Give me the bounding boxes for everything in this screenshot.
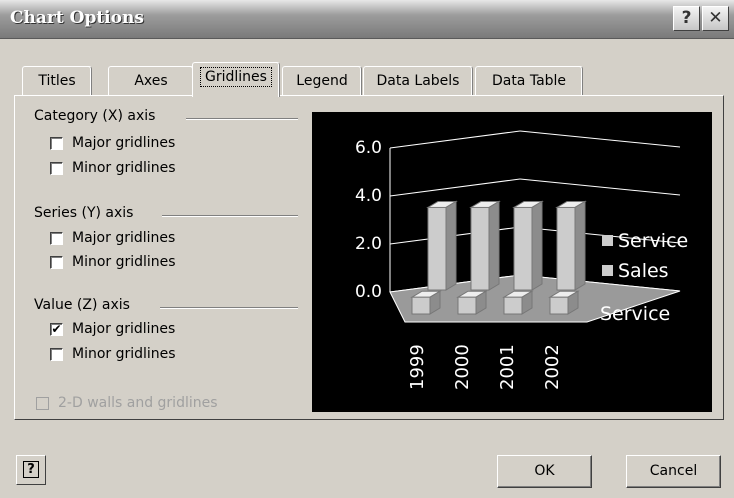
- side-gridline: [389, 178, 521, 197]
- category-minor-label: Minor gridlines: [72, 160, 176, 176]
- tab-gridlines[interactable]: Gridlines: [192, 62, 280, 97]
- walls-gridlines-checkbox: [36, 397, 49, 410]
- title-bar: Chart Options ? ✕: [0, 0, 734, 39]
- category-major-checkbox[interactable]: [50, 137, 63, 150]
- value-major-checkbox[interactable]: ✔: [50, 323, 63, 336]
- category-minor-checkbox[interactable]: [50, 162, 63, 175]
- value-axis-title: Value (Z) axis: [34, 297, 130, 313]
- value-major-label: Major gridlines: [72, 321, 176, 337]
- tab-legend[interactable]: Legend: [282, 66, 362, 96]
- bar-service-2002-side: [574, 200, 586, 291]
- back-gridline: [519, 130, 681, 148]
- depth-axis-label: Service: [600, 303, 670, 325]
- legend-swatch: [602, 235, 613, 246]
- y-tick-label: 0.0: [355, 282, 382, 302]
- divider: [162, 215, 298, 217]
- window-title: Chart Options: [10, 8, 144, 28]
- ok-button[interactable]: OK: [497, 455, 592, 488]
- bar-service-2001-side: [531, 200, 543, 291]
- legend-swatch: [602, 265, 613, 276]
- y-tick-label: 4.0: [355, 186, 382, 206]
- help-button[interactable]: ?: [673, 6, 700, 31]
- x-tick-label: 2001: [497, 344, 518, 390]
- bar-service-2000-side: [488, 200, 500, 291]
- value-minor-label: Minor gridlines: [72, 346, 176, 362]
- series-axis-title: Series (Y) axis: [34, 205, 134, 221]
- y-tick-label: 6.0: [355, 138, 382, 158]
- series-major-checkbox[interactable]: [50, 232, 63, 245]
- tab-axes[interactable]: Axes: [108, 66, 194, 96]
- x-tick-label: 2000: [452, 344, 473, 390]
- value-minor-checkbox[interactable]: [50, 348, 63, 361]
- series-minor-label: Minor gridlines: [72, 254, 176, 270]
- tab-data-table[interactable]: Data Table: [475, 66, 583, 96]
- chart-svg: 0.0 2.0 4.0 6.0 1999 2000 2001 2002 Service Servi…: [355, 130, 688, 390]
- y-tick-label: 2.0: [355, 234, 382, 254]
- tab-data-labels[interactable]: Data Labels: [363, 66, 473, 96]
- bar-service-2000-front: [470, 206, 490, 291]
- bar-sales-2002-front: [549, 296, 569, 315]
- category-major-label: Major gridlines: [72, 135, 176, 151]
- x-tick-label: 1999: [407, 344, 428, 390]
- bar-service-2001-front: [513, 206, 533, 291]
- cancel-button[interactable]: Cancel: [626, 455, 721, 488]
- bar-sales-2001-front: [503, 296, 523, 315]
- tab-titles[interactable]: Titles: [22, 66, 92, 96]
- x-tick-label: 2002: [542, 344, 563, 390]
- chart-preview: 0.0 2.0 4.0 6.0 1999 2000 2001 2002 Service Servi…: [312, 112, 712, 412]
- side-gridline: [389, 130, 521, 149]
- category-axis-title: Category (X) axis: [34, 108, 156, 124]
- bar-service-1999-side: [445, 200, 457, 291]
- close-icon[interactable]: ✕: [702, 6, 729, 31]
- bar-service-2002-front: [556, 206, 576, 291]
- bar-sales-1999-front: [411, 296, 431, 315]
- series-minor-checkbox[interactable]: [50, 256, 63, 269]
- legend-label: Service: [618, 230, 688, 252]
- help-icon[interactable]: ?: [16, 455, 46, 485]
- walls-gridlines-label: 2-D walls and gridlines: [58, 395, 218, 411]
- back-gridline: [519, 178, 681, 196]
- divider: [160, 307, 298, 309]
- bar-sales-2000-front: [457, 296, 477, 315]
- series-major-label: Major gridlines: [72, 230, 176, 246]
- legend-label: Sales: [618, 260, 669, 282]
- divider: [186, 118, 298, 120]
- bar-service-1999-front: [427, 206, 447, 291]
